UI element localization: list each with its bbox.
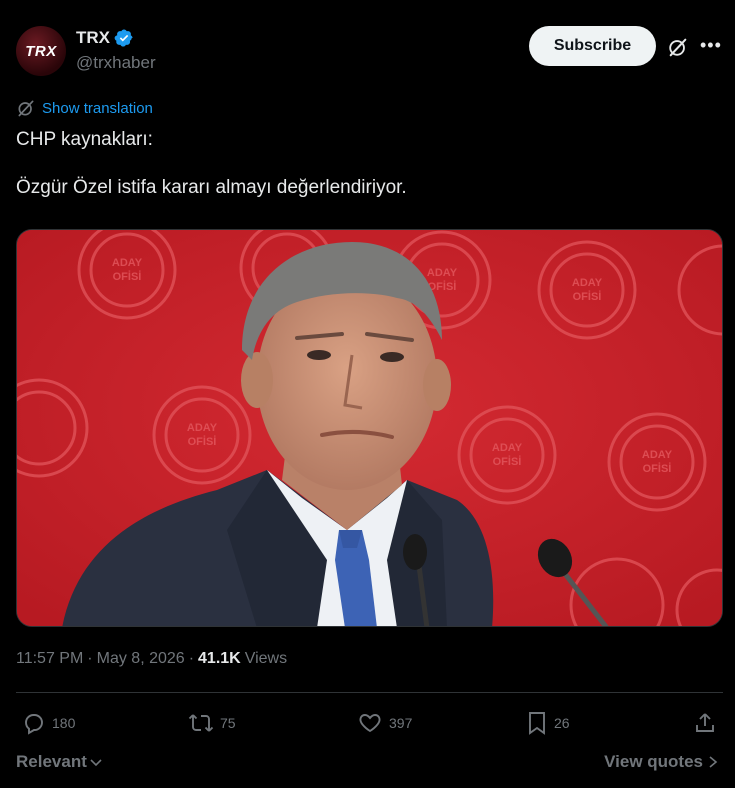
share-icon — [696, 713, 714, 732]
tweet-time[interactable]: 11:57 PM — [16, 650, 83, 668]
views-label: Views — [244, 650, 288, 667]
reply-icon — [25, 714, 43, 735]
chevron-down-icon — [90, 759, 102, 767]
verified-badge-icon — [114, 29, 133, 47]
svg-text:OFİSİ: OFİSİ — [643, 462, 672, 475]
svg-text:ADAY: ADAY — [572, 277, 603, 289]
tweet-image[interactable]: ADAY OFİSİ ADAY OFİSİ ADAY OFİSİ ADAY OFİSİ … — [16, 229, 723, 627]
like-count: 397 — [389, 715, 413, 731]
svg-text:OFİSİ: OFİSİ — [493, 455, 522, 468]
heart-icon — [359, 714, 381, 733]
view-quotes-link[interactable]: View quotes — [604, 752, 719, 772]
bookmark-icon — [529, 712, 545, 735]
bookmark-button[interactable]: 26 — [526, 710, 570, 736]
svg-text:ADAY: ADAY — [427, 267, 458, 279]
show-translation-link[interactable]: Show translation — [16, 98, 153, 118]
chevron-right-icon — [709, 756, 718, 768]
avatar-logo-text: TRX — [25, 42, 57, 60]
grok-translate-icon — [18, 100, 34, 117]
author-name[interactable]: TRX — [76, 28, 134, 48]
more-icon[interactable]: ••• — [700, 36, 722, 58]
show-translation-label: Show translation — [42, 99, 153, 117]
repost-count: 75 — [220, 715, 236, 731]
views-count: 41.1K — [198, 650, 241, 667]
meta-separator: · — [87, 650, 93, 667]
svg-text:ADAY: ADAY — [187, 422, 218, 434]
svg-text:OFİSİ: OFİSİ — [188, 435, 217, 448]
view-quotes-label: View quotes — [604, 752, 703, 771]
tweet-meta: 11:57 PM · May 8, 2026 · 41.1K Views — [16, 650, 287, 668]
author-handle[interactable]: @trxhaber — [76, 53, 156, 73]
like-button[interactable]: 397 — [357, 710, 412, 736]
repost-icon — [188, 714, 214, 732]
grok-icon[interactable] — [667, 36, 689, 58]
avatar[interactable]: TRX — [16, 26, 66, 76]
svg-text:ADAY: ADAY — [112, 257, 143, 269]
sort-replies-dropdown[interactable]: Relevant — [16, 752, 103, 772]
bookmark-count: 26 — [554, 715, 570, 731]
author-name-label: TRX — [76, 28, 110, 47]
tweet-date[interactable]: May 8, 2026 — [97, 650, 185, 668]
press-photo: ADAYOFİSİ ADAYOFİSİ ADAYOFİSİ ADAYOFİSİ … — [17, 230, 722, 626]
repost-button[interactable]: 75 — [188, 710, 236, 736]
meta-separator: · — [188, 650, 195, 667]
reply-count: 180 — [52, 715, 76, 731]
svg-text:OFİSİ: OFİSİ — [573, 290, 602, 303]
sort-label: Relevant — [16, 752, 87, 771]
divider — [16, 692, 723, 693]
tweet-text: CHP kaynakları: Özgür Özel istifa kararı… — [16, 129, 407, 198]
share-button[interactable] — [694, 710, 716, 736]
svg-text:ADAY: ADAY — [492, 442, 523, 454]
svg-text:ADAY: ADAY — [642, 449, 673, 461]
subscribe-button[interactable]: Subscribe — [529, 26, 656, 66]
reply-button[interactable]: 180 — [22, 710, 75, 736]
svg-text:OFİSİ: OFİSİ — [113, 270, 142, 283]
